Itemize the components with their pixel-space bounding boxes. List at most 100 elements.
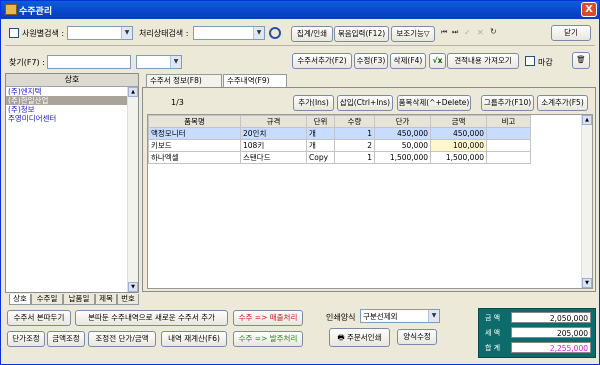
redo-icon[interactable]: ↻ [490,27,497,36]
grid-scrollbar[interactable]: ▲ ▼ [581,115,592,288]
nav-last-icon[interactable]: ⏭ [452,28,458,37]
window-title: 수주관리 [19,7,53,17]
table-cell[interactable] [486,127,531,140]
scroll-up-icon[interactable]: ▲ [128,87,138,97]
column-header[interactable]: 비고 [486,115,531,128]
insert-row-button[interactable]: 삽입(Ctrl+Ins) [337,95,393,111]
bundle-input-button[interactable]: 묶음입력(F12) [334,26,389,42]
unit-adjust-button[interactable]: 단가조정 [7,331,45,347]
status-search-combo[interactable]: ▼ [193,26,265,40]
new-from-copy-button[interactable]: 본따둔 수주내역으로 새로운 수주서 추가 [75,310,228,326]
chevron-down-icon: ▼ [253,27,264,39]
find-field-combo[interactable]: ▼ [136,55,182,69]
find-input[interactable] [47,55,131,69]
column-header[interactable]: 수량 [334,115,375,128]
table-cell[interactable] [486,139,531,152]
recalculate-button[interactable]: 내역 재계산(F6) [161,331,227,347]
print-order-button[interactable]: 🖶 주문서인쇄 [329,328,390,347]
delete-button[interactable]: 삭제(F4) [390,53,426,69]
column-header[interactable]: 품목명 [148,115,241,128]
table-cell[interactable]: 1,500,000 [374,151,431,164]
pre-adjust-button[interactable]: 조정전 단가/금액 [88,331,156,347]
column-header[interactable]: 규격 [240,115,307,128]
table-cell[interactable]: Copy [306,151,335,164]
sort-tab[interactable]: 제목 [95,294,117,305]
table-cell[interactable]: 키보드 [148,139,241,152]
print-form-label: 인쇄양식 [326,313,356,322]
table-cell[interactable]: 450,000 [374,127,431,140]
edit-button[interactable]: 수정(F3) [354,53,388,69]
copy-order-button[interactable]: 수주서 본따두기 [7,310,71,326]
table-cell[interactable]: 하나엑셀 [148,151,241,164]
amount-label: 금 액 [485,314,501,322]
amount-adjust-button[interactable]: 금액조정 [47,331,85,347]
nav-first-icon[interactable]: ⏮ [441,28,447,37]
scroll-down-icon[interactable]: ▼ [582,278,592,288]
summary-panel: 금 액 2,050,000 세 액 205,000 합 계 2,255,000 [478,308,596,358]
table-cell[interactable]: 2 [334,139,375,152]
add-row-button[interactable]: 추가(Ins) [293,95,334,111]
employee-search-checkbox[interactable] [9,28,19,38]
customer-list-item[interactable]: (주)엔지텍 [6,87,138,96]
aux-function-button[interactable]: 보조기능▽ [391,26,435,42]
title-bar[interactable]: 수주관리 X [1,1,599,19]
tab-1[interactable]: 수주내역(F9) [223,74,287,87]
chevron-down-icon: ▼ [428,310,439,322]
close-button[interactable]: 닫기 [551,25,591,41]
toolbar-divider [5,45,595,46]
trash-icon[interactable]: 🗑 [572,52,590,69]
sort-tab[interactable]: 상호 [9,294,31,305]
table-cell[interactable] [486,151,531,164]
customer-list-item[interactable]: (주)청보 [6,105,138,114]
group-add-button[interactable]: 그룹추가(F10) [481,95,534,111]
column-header[interactable]: 금액 [430,115,487,128]
table-cell[interactable]: 1 [334,151,375,164]
import-quote-button[interactable]: 견적내용 가져오기 [447,53,519,69]
scroll-down-icon[interactable]: ▼ [128,282,138,292]
table-cell[interactable]: 20인치 [240,127,307,140]
add-order-button[interactable]: 수주서추가(F2) [292,53,352,69]
to-order-button[interactable]: 수주 => 발주처리 [233,331,303,347]
page-indicator: 1/3 [171,98,184,107]
calculator-icon[interactable]: √x [429,53,446,69]
sort-tab[interactable]: 수주일 [31,294,63,305]
close-window-button[interactable]: X [581,2,597,17]
table-cell[interactable]: 50,000 [374,139,431,152]
customer-scrollbar[interactable]: ▲ ▼ [127,87,138,292]
deadline-label: 마감 [538,58,553,67]
aggregate-print-button[interactable]: 집계/인쇄 [291,26,333,42]
customer-list-panel: 상호 (주)엔지텍 (주)한일산업 (주)청보 주영미디어센터 ▲ ▼ [5,73,139,293]
to-sales-button[interactable]: 수주 => 매출처리 [233,310,303,326]
sort-tab[interactable]: 납품일 [63,294,95,305]
sort-tab[interactable]: 번호 [117,294,139,305]
order-detail-panel: 1/3 추가(Ins) 삽입(Ctrl+Ins) 품목삭제(^+Delete) … [142,87,596,292]
table-cell[interactable]: 100,000 [430,139,487,152]
edit-form-button[interactable]: 양식수정 [397,329,437,345]
customer-list-item[interactable]: 주영미디어센터 [6,114,138,123]
table-row[interactable]: 하나엑셀 스탠다드 Copy 1 1,500,000 1,500,000 [148,151,531,164]
check-icon: ✓ [464,28,471,37]
table-cell[interactable]: 1 [334,127,375,140]
delete-item-button[interactable]: 품목삭제(^+Delete) [397,95,471,111]
subtotal-add-button[interactable]: 소계추가(F5) [537,95,588,111]
table-cell[interactable]: 1,500,000 [430,151,487,164]
column-header[interactable]: 단위 [306,115,335,128]
scroll-up-icon[interactable]: ▲ [582,115,592,125]
tab-0[interactable]: 수주서 정보(F8) [146,74,222,87]
deadline-checkbox[interactable] [525,56,535,66]
table-cell[interactable]: 개 [306,139,335,152]
table-row[interactable]: 액정모니터 20인치 개 1 450,000 450,000 [148,127,531,140]
table-cell[interactable]: 액정모니터 [148,127,241,140]
employee-search-combo[interactable]: ▼ [67,26,133,40]
table-cell[interactable]: 개 [306,127,335,140]
table-row[interactable]: 키보드 108키 개 2 50,000 100,000 [148,139,531,152]
table-cell[interactable]: 108키 [240,139,307,152]
refresh-icon[interactable] [269,27,281,39]
table-cell[interactable]: 스탠다드 [240,151,307,164]
tax-label: 세 액 [485,329,501,337]
chevron-down-icon: ▼ [121,27,132,39]
customer-list-item[interactable]: (주)한일산업 [6,96,138,105]
print-form-combo[interactable]: 구분선제외 ▼ [360,309,440,323]
column-header[interactable]: 단가 [374,115,431,128]
table-cell[interactable]: 450,000 [430,127,487,140]
